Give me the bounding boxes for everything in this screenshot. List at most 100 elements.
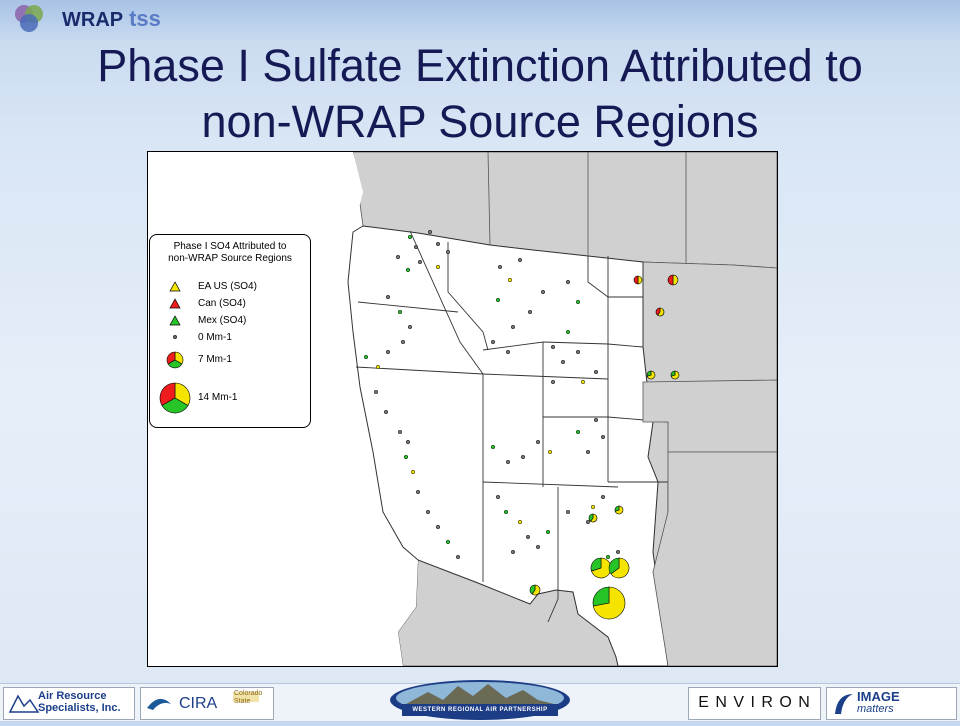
- site-dot: [527, 309, 533, 315]
- site-dot: [535, 439, 541, 445]
- footer-logos: Air Resource Specialists, Inc. CIRA Colo…: [0, 680, 960, 721]
- site-dot: [545, 529, 551, 535]
- image-matters-line2: matters: [857, 703, 894, 715]
- legend-can-symbol: [169, 298, 181, 309]
- site-dot: [375, 364, 381, 370]
- legend-ea-us-label: EA US (SO4): [198, 281, 257, 292]
- site-dot: [495, 297, 501, 303]
- site-pie: [667, 274, 679, 286]
- site-dot: [575, 299, 581, 305]
- legend-size-0-symbol: [172, 334, 178, 340]
- wrap-logo-icon: [15, 5, 43, 32]
- ars-logo: Air Resource Specialists, Inc.: [3, 687, 135, 720]
- oklahoma-texas-region: [652, 451, 777, 666]
- site-dot: [503, 509, 509, 515]
- environ-logo: E N V I R O N: [688, 687, 821, 720]
- site-pie: [633, 275, 643, 285]
- site-dot: [413, 244, 419, 250]
- site-dot: [405, 439, 411, 445]
- legend-size-0-label: 0 Mm-1: [198, 332, 232, 343]
- site-pie: [608, 557, 630, 579]
- site-dot: [507, 277, 513, 283]
- site-dot: [550, 379, 556, 385]
- wrap-logo-text: WRAP tss: [62, 6, 161, 32]
- site-dot: [505, 349, 511, 355]
- site-dot: [395, 254, 401, 260]
- site-dot: [373, 389, 379, 395]
- wrap-logo-label: WRAP: [62, 9, 124, 31]
- image-matters-logo: IMAGE matters: [826, 687, 957, 720]
- page-title: Phase I Sulfate Extinction Attributed to…: [0, 38, 960, 150]
- site-dot: [385, 349, 391, 355]
- site-pie: [592, 586, 626, 620]
- site-dot: [490, 444, 496, 450]
- site-dot: [397, 309, 403, 315]
- site-dot: [410, 469, 416, 475]
- csu-line2: State: [234, 698, 251, 705]
- site-dot: [600, 434, 606, 440]
- site-dot: [585, 449, 591, 455]
- site-dot: [497, 264, 503, 270]
- image-matters-line1: IMAGE: [857, 689, 900, 704]
- legend-can-label: Can (SO4): [198, 298, 246, 309]
- site-dot: [560, 359, 566, 365]
- site-dot: [605, 554, 611, 560]
- site-dot: [565, 329, 571, 335]
- site-dot: [593, 417, 599, 423]
- cira-logo: CIRA Colorado State: [140, 687, 274, 720]
- site-pie: [529, 584, 541, 596]
- site-dot: [580, 379, 586, 385]
- site-dot: [585, 519, 591, 525]
- site-dot: [600, 494, 606, 500]
- site-dot: [417, 259, 423, 265]
- wrap-banner-label: WESTERN REGIONAL AIR PARTNERSHIP: [412, 707, 548, 713]
- site-dot: [407, 234, 413, 240]
- site-dot: [363, 354, 369, 360]
- site-dot: [517, 519, 523, 525]
- site-dot: [427, 229, 433, 235]
- site-dot: [415, 489, 421, 495]
- site-pie: [655, 307, 665, 317]
- site-dot: [435, 241, 441, 247]
- legend-ea-us-symbol: [169, 281, 181, 292]
- site-dot: [495, 494, 501, 500]
- site-dot: [405, 267, 411, 273]
- page-title-line2: non-WRAP Source Regions: [201, 96, 759, 147]
- site-dot: [445, 249, 451, 255]
- map: Phase I SO4 Attributed to non-WRAP Sourc…: [147, 151, 778, 667]
- site-dot: [575, 349, 581, 355]
- page-title-line1: Phase I Sulfate Extinction Attributed to: [97, 40, 863, 91]
- site-dot: [505, 459, 511, 465]
- site-dot: [425, 509, 431, 515]
- environ-label: E N V I R O N: [698, 694, 811, 711]
- site-dot: [547, 449, 553, 455]
- site-dot: [403, 454, 409, 460]
- wrap-logo: [10, 3, 62, 35]
- cira-label: CIRA: [179, 695, 218, 712]
- site-pie: [614, 505, 624, 515]
- site-dot: [565, 509, 571, 515]
- site-dot: [590, 504, 596, 510]
- ars-line1: Air Resource: [38, 690, 107, 702]
- legend-size-14-label: 14 Mm-1: [198, 392, 238, 403]
- wrap-banner: WESTERN REGIONAL AIR PARTNERSHIP: [388, 674, 572, 721]
- site-dot: [615, 549, 621, 555]
- site-pie: [646, 370, 656, 380]
- tss-logo-label: tss: [129, 6, 161, 31]
- site-dot: [525, 534, 531, 540]
- legend-mex-label: Mex (SO4): [198, 315, 247, 326]
- csu-line1: Colorado: [234, 690, 263, 697]
- site-dot: [510, 324, 516, 330]
- site-dot: [540, 289, 546, 295]
- ars-line2: Specialists, Inc.: [38, 702, 121, 714]
- site-dot: [565, 279, 571, 285]
- legend-size-7-label: 7 Mm-1: [198, 354, 232, 365]
- site-dot: [575, 429, 581, 435]
- site-pie: [588, 513, 598, 523]
- site-dot: [397, 429, 403, 435]
- site-dot: [455, 554, 461, 560]
- site-dot: [383, 409, 389, 415]
- map-legend: Phase I SO4 Attributed to non-WRAP Sourc…: [149, 234, 311, 428]
- site-dot: [407, 324, 413, 330]
- wrap-banner-icon: [390, 680, 570, 720]
